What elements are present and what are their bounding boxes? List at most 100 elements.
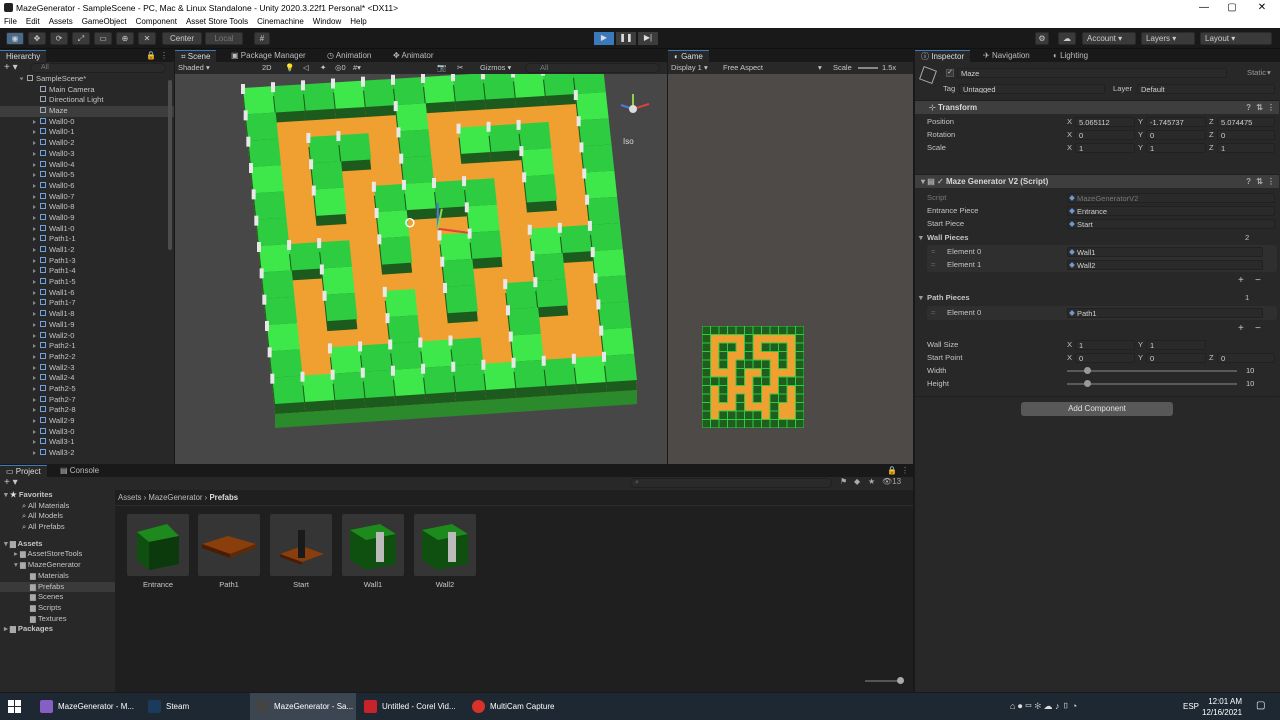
expand-icon[interactable] — [33, 451, 36, 456]
clock-time[interactable]: 12:01 AM — [1202, 697, 1242, 706]
collab-icon[interactable]: ⚙ — [1035, 32, 1049, 45]
hierarchy-item[interactable]: Path1-1 — [0, 234, 174, 245]
help-icon[interactable]: ? — [1246, 101, 1251, 115]
grid-snap-icon[interactable]: # — [254, 32, 270, 45]
notifications-icon[interactable]: ▢ — [1256, 700, 1265, 711]
hierarchy-item[interactable]: Main Camera — [0, 85, 174, 96]
folder-item[interactable]: ▆ Scripts — [0, 603, 115, 614]
wall-pieces-row[interactable]: ▾ Wall Pieces 2 — [915, 232, 1279, 244]
cloud-icon[interactable]: ☁ — [1058, 32, 1076, 45]
preset-icon[interactable]: ⇅ — [1256, 101, 1263, 115]
expand-icon[interactable] — [33, 237, 36, 242]
minimize-button[interactable]: — — [1192, 0, 1216, 16]
expand-icon[interactable] — [33, 312, 36, 317]
preset-icon[interactable]: ⇅ — [1256, 175, 1263, 189]
hierarchy-item[interactable]: Directional Light — [0, 95, 174, 106]
2d-toggle[interactable]: 2D — [262, 62, 272, 74]
folder-item-selected[interactable]: ▆ Prefabs — [0, 581, 115, 593]
hierarchy-item[interactable]: Wall3-2 — [0, 448, 174, 459]
expand-icon[interactable] — [33, 173, 36, 178]
scale-y-input[interactable]: 1 — [1146, 143, 1206, 153]
taskbar-unity[interactable]: MazeGenerator - Sa... — [250, 693, 356, 720]
hierarchy-item[interactable]: Wall0-4 — [0, 160, 174, 171]
width-slider-handle[interactable] — [1084, 367, 1091, 374]
expand-icon[interactable] — [33, 440, 36, 445]
expand-icon[interactable] — [33, 301, 36, 306]
hierarchy-item[interactable]: Path1-5 — [0, 277, 174, 288]
hierarchy-item[interactable]: Wall0-2 — [0, 138, 174, 149]
menu-window[interactable]: Window — [313, 16, 341, 28]
expand-icon[interactable] — [33, 344, 36, 349]
drag-handle-icon[interactable]: = — [931, 307, 935, 319]
display-dropdown[interactable]: Display 1 ▾ — [671, 62, 708, 74]
create-icon[interactable]: + ▾ — [4, 477, 18, 489]
tab-project[interactable]: ▭ Project — [0, 465, 47, 477]
menu-edit[interactable]: Edit — [26, 16, 40, 28]
hierarchy-search-input[interactable]: All — [30, 63, 166, 73]
expand-icon[interactable]: ▾ — [919, 232, 923, 244]
folder-item[interactable]: ▆ Textures — [0, 614, 115, 625]
favorite-icon[interactable]: ★ — [868, 477, 875, 486]
hierarchy-item[interactable]: Path1-3 — [0, 256, 174, 267]
expand-icon[interactable] — [33, 151, 36, 156]
menu-file[interactable]: File — [4, 16, 17, 28]
hierarchy-item[interactable]: Wall3-1 — [0, 437, 174, 448]
custom-tool-icon[interactable]: ✕ — [138, 32, 156, 45]
expand-icon[interactable] — [33, 258, 36, 263]
pivot-local-toggle[interactable]: Local — [205, 32, 243, 45]
expand-icon[interactable] — [19, 77, 24, 81]
add-component-button[interactable]: Add Component — [1021, 402, 1173, 416]
hierarchy-item[interactable]: Path2-7 — [0, 395, 174, 406]
expand-icon[interactable] — [33, 290, 36, 295]
expand-icon[interactable] — [33, 419, 36, 423]
rotate-tool-icon[interactable]: ⟳ — [50, 32, 68, 45]
taskbar-multicam[interactable]: MultiCam Capture — [466, 693, 572, 720]
hierarchy-item[interactable]: Wall1-2 — [0, 245, 174, 256]
height-input[interactable]: 10 — [1243, 379, 1275, 389]
hierarchy-item[interactable]: Wall0-6 — [0, 181, 174, 192]
favorite-item[interactable]: ⌕ All Materials — [0, 501, 115, 512]
add-element-button[interactable]: + — [1238, 323, 1244, 334]
hierarchy-item[interactable]: Wall2-9 — [0, 416, 174, 427]
rotation-y-input[interactable]: 0 — [1146, 130, 1206, 140]
expand-icon[interactable] — [33, 130, 36, 135]
lock-icon[interactable]: 🔒 — [887, 465, 897, 477]
expand-icon[interactable] — [33, 354, 36, 359]
hierarchy-item[interactable]: Path2-5 — [0, 384, 174, 395]
hierarchy-item[interactable]: Wall0-5 — [0, 170, 174, 181]
taskbar-corel[interactable]: Untitled - Corel Vid... — [358, 693, 464, 720]
static-dropdown-icon[interactable]: ▾ — [1267, 67, 1271, 79]
scale-x-input[interactable]: 1 — [1075, 143, 1135, 153]
expand-icon[interactable] — [33, 162, 36, 167]
aspect-chevron-icon[interactable]: ▾ — [818, 62, 822, 74]
expand-icon[interactable] — [33, 408, 36, 413]
position-y-input[interactable]: -1.745737 — [1146, 117, 1206, 127]
hierarchy-item[interactable]: Wall0-7 — [0, 192, 174, 203]
close-button[interactable]: ✕ — [1250, 0, 1274, 16]
tab-navigation[interactable]: ✈ Navigation — [977, 50, 1036, 62]
width-input[interactable]: 10 — [1243, 366, 1275, 376]
asset-wall1[interactable]: Wall1 — [342, 514, 404, 589]
tools-icon[interactable]: ✂ — [457, 62, 463, 74]
expand-icon[interactable] — [33, 141, 36, 146]
scene-search-input[interactable]: All — [525, 63, 660, 73]
lock-icon[interactable]: 🔒 — [146, 50, 156, 62]
asset-wall2[interactable]: Wall2 — [414, 514, 476, 589]
clock-date[interactable]: 12/16/2021 — [1202, 708, 1242, 717]
pause-button[interactable]: ❚❚ — [616, 32, 636, 45]
taskbar-steam[interactable]: Steam — [142, 693, 246, 720]
menu-component[interactable]: Component — [136, 16, 177, 28]
hierarchy-item[interactable]: Path2-8 — [0, 405, 174, 416]
path-pieces-count[interactable]: 1 — [1245, 292, 1249, 304]
object-name-input[interactable]: Maze — [957, 68, 1227, 78]
rect-tool-icon[interactable]: ▭ — [94, 32, 112, 45]
hierarchy-item[interactable]: Path2-2 — [0, 352, 174, 363]
grid-toggle-icon[interactable]: #▾ — [353, 62, 361, 74]
kebab-menu-icon[interactable]: ⋮ — [160, 50, 168, 62]
folder-item[interactable]: ▸ ▆ AssetStoreTools — [0, 549, 115, 560]
language-indicator[interactable]: ESP — [1183, 702, 1199, 711]
remove-element-button[interactable]: − — [1255, 323, 1261, 334]
folder-item[interactable]: ▆ Scenes — [0, 592, 115, 603]
packages-folder[interactable]: ▸ ▆ Packages — [0, 624, 115, 635]
position-z-input[interactable]: 5.074475 — [1217, 117, 1275, 127]
